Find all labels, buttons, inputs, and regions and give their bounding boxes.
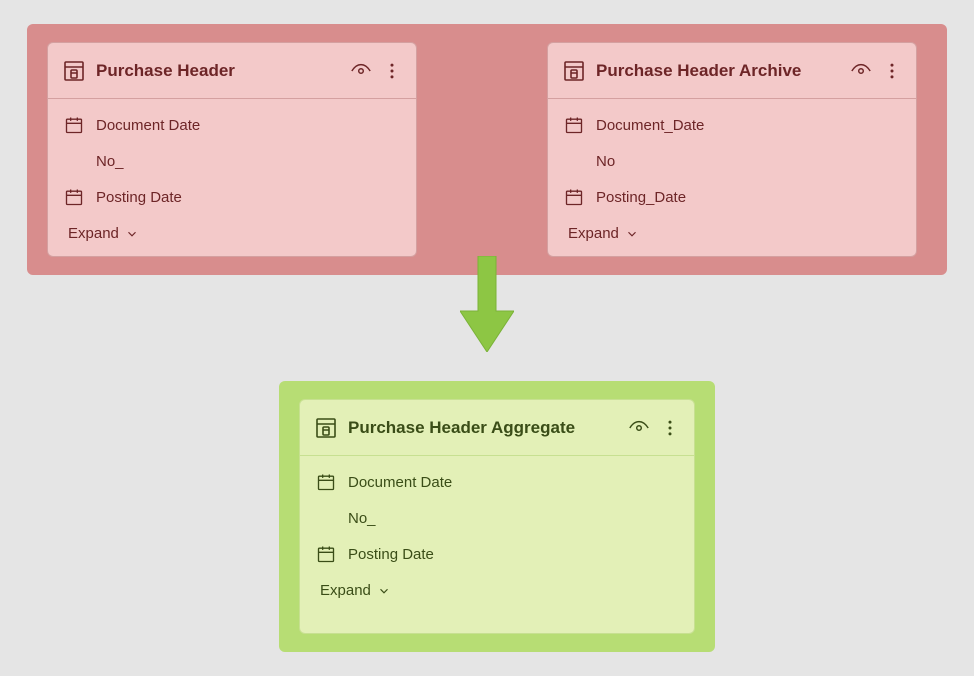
field-row[interactable]: No_ [48, 143, 416, 179]
table-card-purchase-header-archive: Purchase Header Archive Document_Date No [547, 42, 917, 257]
field-row[interactable]: Posting_Date [548, 179, 916, 215]
field-label: No_ [348, 510, 376, 527]
expand-button[interactable]: Expand [548, 215, 916, 242]
more-menu-icon[interactable] [660, 418, 680, 438]
field-row[interactable]: No_ [300, 500, 694, 536]
more-menu-icon[interactable] [382, 61, 402, 81]
aggregate-table-group: Purchase Header Aggregate Document Date … [279, 381, 715, 652]
chevron-down-icon [125, 227, 139, 241]
table-card-purchase-header-aggregate: Purchase Header Aggregate Document Date … [299, 399, 695, 634]
calendar-icon [316, 544, 336, 564]
field-label: Posting_Date [596, 189, 686, 206]
field-row[interactable]: Posting Date [48, 179, 416, 215]
field-label: Document_Date [596, 117, 704, 134]
expand-button[interactable]: Expand [48, 215, 416, 242]
field-label: Posting Date [96, 189, 182, 206]
visibility-icon[interactable] [628, 417, 650, 439]
table-card-purchase-header: Purchase Header Document Date No_ [47, 42, 417, 257]
calendar-icon [64, 115, 84, 135]
field-label: Posting Date [348, 546, 434, 563]
calendar-icon [64, 187, 84, 207]
card-title: Purchase Header Aggregate [348, 418, 618, 438]
card-header: Purchase Header Aggregate [300, 400, 694, 456]
more-menu-icon[interactable] [882, 61, 902, 81]
field-label: No_ [96, 153, 124, 170]
card-body: Document_Date No Posting_Date Expand [548, 99, 916, 256]
chevron-down-icon [625, 227, 639, 241]
expand-label: Expand [568, 225, 619, 242]
expand-button[interactable]: Expand [300, 572, 694, 599]
field-row[interactable]: Posting Date [300, 536, 694, 572]
field-label: No [596, 153, 615, 170]
table-icon [62, 59, 86, 83]
table-icon [562, 59, 586, 83]
calendar-icon [564, 115, 584, 135]
card-body: Document Date No_ Posting Date Expand [300, 456, 694, 613]
table-icon [314, 416, 338, 440]
card-title: Purchase Header [96, 61, 340, 81]
card-title: Purchase Header Archive [596, 61, 840, 81]
visibility-icon[interactable] [350, 60, 372, 82]
field-row[interactable]: No [548, 143, 916, 179]
expand-label: Expand [68, 225, 119, 242]
field-row[interactable]: Document_Date [548, 107, 916, 143]
calendar-icon [564, 187, 584, 207]
card-header: Purchase Header [48, 43, 416, 99]
card-body: Document Date No_ Posting Date Expand [48, 99, 416, 256]
field-row[interactable]: Document Date [48, 107, 416, 143]
field-label: Document Date [96, 117, 200, 134]
source-tables-group: Purchase Header Document Date No_ [27, 24, 947, 275]
field-label: Document Date [348, 474, 452, 491]
visibility-icon[interactable] [850, 60, 872, 82]
calendar-icon [316, 472, 336, 492]
chevron-down-icon [377, 584, 391, 598]
field-row[interactable]: Document Date [300, 464, 694, 500]
card-header: Purchase Header Archive [548, 43, 916, 99]
expand-label: Expand [320, 582, 371, 599]
